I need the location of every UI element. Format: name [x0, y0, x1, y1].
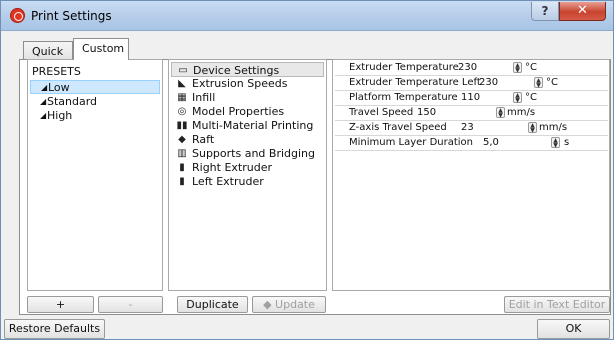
- property-label: Extruder Temperature Left: [349, 77, 481, 88]
- preset-label: High: [47, 109, 73, 122]
- category-label: Extrusion Speeds: [192, 77, 288, 90]
- multi-material-icon: ▮▮: [176, 120, 188, 131]
- platform-temperature-field[interactable]: 110: [461, 91, 480, 105]
- property-label: Extruder Temperature: [349, 62, 459, 73]
- remove-preset-button[interactable]: -: [98, 296, 163, 313]
- extruder-temperature-left-field[interactable]: 230: [479, 76, 498, 90]
- unit-label: s: [564, 137, 570, 148]
- unit-label: mm/s: [539, 122, 568, 133]
- triangle-icon: ◢: [40, 97, 47, 106]
- category-multi-material-printing[interactable]: ▮▮ Multi-Material Printing: [171, 118, 324, 133]
- property-row-extruder-temperature-left: Extruder Temperature Left 230 ▲ ▼ °C: [335, 76, 608, 91]
- triangle-icon: ◢: [41, 83, 48, 92]
- infill-icon: ▦: [177, 92, 187, 103]
- property-editor: Extruder Temperature 230 ▲ ▼ °C Extruder …: [332, 59, 610, 291]
- spinner-arrows-icon[interactable]: ▲ ▼: [534, 77, 543, 89]
- category-right-extruder[interactable]: ▮ Right Extruder: [171, 160, 324, 175]
- unit-label: °C: [546, 77, 558, 88]
- title-bar[interactable]: Print Settings ? ✕: [1, 1, 613, 31]
- spinner-arrows-icon[interactable]: ▲ ▼: [513, 62, 522, 74]
- category-label: Supports and Bridging: [192, 147, 316, 160]
- triangle-icon: ◢: [40, 111, 47, 120]
- extruder-temperature-field[interactable]: 230: [458, 61, 477, 75]
- category-label: Left Extruder: [192, 175, 264, 188]
- category-model-properties[interactable]: ◎ Model Properties: [171, 104, 324, 119]
- tab-custom[interactable]: Custom: [73, 38, 129, 60]
- category-label: Raft: [192, 133, 215, 146]
- property-label: Z-axis Travel Speed: [349, 122, 447, 133]
- raft-icon: ◆: [178, 134, 186, 145]
- right-extruder-icon: ▮: [179, 162, 185, 173]
- property-row-travel-speed: Travel Speed 150 ▲ ▼ mm/s: [335, 106, 608, 121]
- unit-label: °C: [525, 62, 537, 73]
- minimum-layer-duration-field[interactable]: 5,0: [483, 136, 499, 150]
- property-row-platform-temperature: Platform Temperature 110 ▲ ▼ °C: [335, 91, 608, 106]
- preset-item-standard[interactable]: ◢ Standard: [30, 95, 160, 109]
- help-button[interactable]: ?: [531, 2, 559, 21]
- category-infill[interactable]: ▦ Infill: [171, 90, 324, 105]
- property-label: Minimum Layer Duration: [349, 137, 474, 148]
- extruder-icon: ◣: [178, 78, 186, 89]
- edit-in-text-editor-button[interactable]: Edit in Text Editor: [504, 296, 610, 313]
- monitor-icon: ▭: [178, 65, 188, 76]
- category-extrusion-speeds[interactable]: ◣ Extrusion Speeds: [171, 76, 324, 91]
- property-label: Travel Speed: [349, 107, 414, 118]
- window-title: Print Settings: [31, 9, 112, 23]
- model-icon: ◎: [177, 106, 187, 117]
- presets-list[interactable]: PRESETS ◢ Low ◢ Standard ◢ High: [27, 59, 163, 291]
- preset-label: Low: [48, 81, 70, 94]
- tab-quick[interactable]: Quick: [23, 41, 73, 59]
- left-extruder-icon: ▮: [179, 176, 185, 187]
- ok-button[interactable]: OK: [537, 319, 610, 339]
- presets-heading: PRESETS: [32, 65, 81, 78]
- supports-icon: ▥: [177, 148, 187, 159]
- category-raft[interactable]: ◆ Raft: [171, 132, 324, 147]
- category-label: Infill: [192, 91, 216, 104]
- duplicate-button[interactable]: Duplicate: [177, 296, 248, 313]
- spinner-arrows-icon[interactable]: ▲ ▼: [513, 92, 522, 104]
- preset-item-high[interactable]: ◢ High: [30, 109, 160, 123]
- category-left-extruder[interactable]: ▮ Left Extruder: [171, 174, 324, 189]
- preset-label: Standard: [47, 95, 98, 108]
- category-label: Right Extruder: [192, 161, 273, 174]
- restore-defaults-button[interactable]: Restore Defaults: [4, 319, 105, 339]
- category-list[interactable]: ▭ Device Settings ◣ Extrusion Speeds ▦ I…: [168, 59, 327, 291]
- spinner-arrows-icon[interactable]: ▲ ▼: [496, 107, 505, 119]
- property-row-extruder-temperature: Extruder Temperature 230 ▲ ▼ °C: [335, 61, 608, 76]
- print-settings-window: Print Settings ? ✕ Quick Custom PRESETS …: [0, 0, 614, 340]
- update-button[interactable]: ◆ Update: [252, 296, 326, 313]
- category-label: Model Properties: [192, 105, 285, 118]
- category-label: Multi-Material Printing: [192, 119, 314, 132]
- category-supports-and-bridging[interactable]: ▥ Supports and Bridging: [171, 146, 324, 161]
- close-button[interactable]: ✕: [559, 2, 606, 21]
- spinner-arrows-icon[interactable]: ▲ ▼: [528, 122, 537, 134]
- z-axis-travel-speed-field[interactable]: 23: [461, 121, 474, 135]
- add-preset-button[interactable]: +: [27, 296, 94, 313]
- unit-label: mm/s: [507, 107, 536, 118]
- property-row-z-axis-travel-speed: Z-axis Travel Speed 23 ▲ ▼ mm/s: [335, 121, 608, 136]
- travel-speed-field[interactable]: 150: [417, 106, 436, 120]
- spinner-arrows-icon[interactable]: ▲ ▼: [551, 137, 560, 149]
- unit-label: °C: [525, 92, 537, 103]
- preset-item-low[interactable]: ◢ Low: [30, 80, 160, 94]
- property-label: Platform Temperature: [349, 92, 458, 103]
- app-logo-icon: [10, 8, 25, 23]
- category-device-settings[interactable]: ▭ Device Settings: [171, 62, 324, 77]
- property-row-minimum-layer-duration: Minimum Layer Duration 5,0 ▲ ▼ s: [335, 136, 608, 151]
